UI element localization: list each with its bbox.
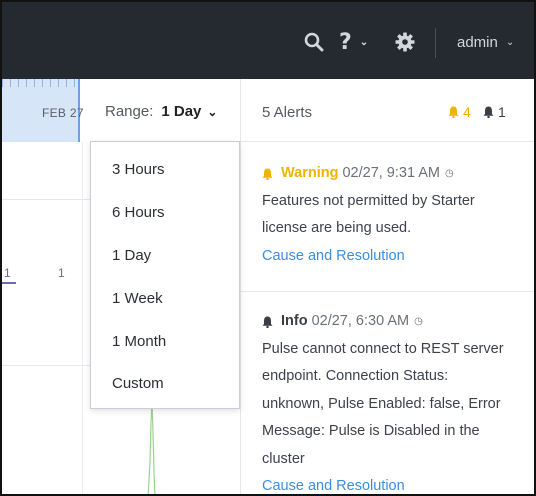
alert-item: Info 02/27, 6:30 AM ◷ Pulse cannot conne… bbox=[262, 308, 524, 494]
chart-gridline bbox=[2, 199, 92, 200]
chevron-down-icon: ⌄ bbox=[207, 104, 218, 119]
help-menu[interactable]: ? ⌄ bbox=[339, 29, 379, 55]
cause-resolution-link[interactable]: Cause and Resolution bbox=[262, 473, 524, 494]
alert-message-line: Features not permitted by Starter bbox=[262, 192, 475, 209]
alert-timestamp: 02/27, 6:30 AM bbox=[311, 313, 410, 329]
range-dropdown-menu: 3 Hours 6 Hours 1 Day 1 Week 1 Month Cus… bbox=[90, 141, 240, 409]
critical-count-badge[interactable]: 1 bbox=[483, 104, 506, 120]
range-option-custom[interactable]: Custom bbox=[112, 375, 164, 392]
range-option-1-week[interactable]: 1 Week bbox=[112, 290, 163, 307]
chart-series-line bbox=[147, 402, 156, 494]
warning-count-badge[interactable]: 4 bbox=[448, 104, 471, 120]
cause-resolution-link[interactable]: Cause and Resolution bbox=[262, 243, 524, 271]
bell-icon bbox=[262, 316, 273, 328]
alerts-title: 5 Alerts bbox=[262, 104, 313, 121]
chevron-down-icon: ⌄ bbox=[359, 36, 369, 48]
range-option-1-month[interactable]: 1 Month bbox=[112, 333, 166, 350]
alert-severity: Info bbox=[281, 313, 308, 329]
alert-item: Warning 02/27, 9:31 AM ◷ Features not pe… bbox=[262, 160, 524, 270]
range-option-6-hours[interactable]: 6 Hours bbox=[112, 204, 165, 221]
clock-icon: ◷ bbox=[445, 168, 454, 179]
chart-gridline bbox=[2, 365, 92, 366]
chart-divider bbox=[82, 142, 83, 494]
alert-message-line: unknown, Pulse Enabled: false, Error bbox=[262, 395, 501, 412]
alert-message-line: cluster bbox=[262, 450, 305, 467]
range-option-3-hours[interactable]: 3 Hours bbox=[112, 161, 165, 178]
alert-message-line: Pulse cannot connect to REST server bbox=[262, 340, 504, 357]
topbar-divider bbox=[435, 28, 436, 58]
app-frame: ? ⌄ admin ⌄ FEB 27 Range: 1 Day ⌄ 1 1 5 … bbox=[0, 0, 536, 496]
range-option-1-day[interactable]: 1 Day bbox=[112, 247, 151, 264]
bell-icon bbox=[448, 106, 459, 118]
top-navigation-bar: ? ⌄ admin ⌄ bbox=[2, 2, 534, 79]
alert-message-line: Message: Pulse is Disabled in the bbox=[262, 423, 480, 439]
range-value: 1 Day bbox=[161, 103, 202, 120]
bell-icon bbox=[262, 168, 273, 180]
range-selector[interactable]: Range: 1 Day ⌄ bbox=[105, 103, 217, 120]
range-label: Range: bbox=[105, 103, 154, 120]
timeline-ticks bbox=[2, 79, 80, 87]
timeline-date-label: FEB 27 bbox=[42, 106, 84, 120]
alert-timestamp: 02/27, 9:31 AM bbox=[342, 165, 441, 181]
alerts-header-divider bbox=[240, 141, 534, 142]
axis-value: 1 bbox=[4, 266, 11, 280]
alert-severity: Warning bbox=[281, 165, 339, 181]
alert-divider bbox=[240, 291, 534, 292]
alert-header: Info 02/27, 6:30 AM ◷ bbox=[262, 308, 524, 336]
search-icon[interactable] bbox=[304, 30, 326, 54]
alert-message-line: endpoint. Connection Status: bbox=[262, 368, 449, 384]
clock-icon: ◷ bbox=[414, 316, 423, 327]
chart-series-mark bbox=[2, 282, 16, 284]
alert-header: Warning 02/27, 9:31 AM ◷ bbox=[262, 160, 524, 188]
user-name: admin bbox=[457, 34, 498, 51]
gear-icon[interactable] bbox=[395, 30, 417, 54]
help-icon: ? bbox=[339, 29, 352, 55]
axis-value: 1 bbox=[58, 266, 65, 280]
warning-count: 4 bbox=[463, 104, 471, 120]
alert-message-line: license are being used. bbox=[262, 220, 412, 236]
user-menu[interactable]: admin ⌄ bbox=[457, 34, 514, 51]
critical-count: 1 bbox=[498, 104, 506, 120]
chevron-down-icon: ⌄ bbox=[505, 37, 515, 48]
bell-icon bbox=[483, 106, 494, 118]
